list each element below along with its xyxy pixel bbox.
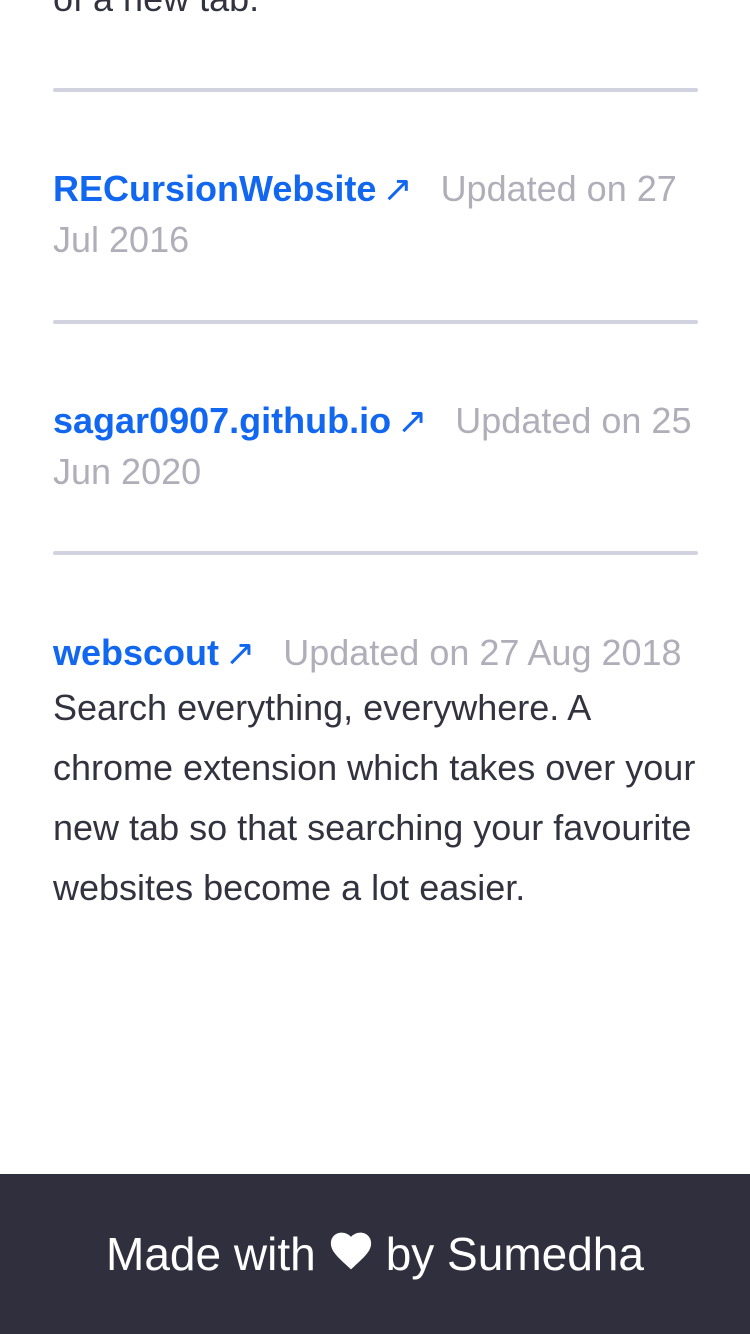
footer-credit: Made with by Sumedha	[106, 1226, 644, 1282]
external-link-arrow-icon: ↗	[225, 632, 256, 673]
repo-name: sagar0907.github.io	[53, 400, 392, 441]
repo-name: RECursionWebsite	[53, 168, 377, 209]
repo-divider	[53, 88, 698, 92]
repo-divider	[53, 320, 698, 324]
repo-header: sagar0907.github.io ↗ Updated on 25 Jun 20…	[53, 395, 698, 497]
repo-link-recursionwebsite[interactable]: RECursionWebsite ↗	[53, 168, 441, 209]
repo-header: RECursionWebsite ↗ Updated on 27 Jul 2016	[53, 163, 698, 265]
previous-repo-description-tail: of a new tab.	[53, 0, 259, 19]
heart-icon	[330, 1232, 371, 1270]
repo-item-sagar0907-github-io: sagar0907.github.io ↗ Updated on 25 Jun 20…	[53, 395, 698, 497]
page-footer: Made with by Sumedha	[0, 1174, 750, 1334]
external-link-arrow-icon: ↗	[382, 168, 413, 209]
repo-item-webscout: webscout ↗ Updated on 27 Aug 2018 Search e…	[53, 627, 698, 918]
footer-made-with: Made with	[106, 1228, 316, 1280]
external-link-arrow-icon: ↗	[397, 400, 428, 441]
repo-link-sagar0907-github-io[interactable]: sagar0907.github.io ↗	[53, 400, 455, 441]
repo-description: Search everything, everywhere. A chrome …	[53, 687, 696, 908]
repo-link-webscout[interactable]: webscout ↗	[53, 632, 283, 673]
repo-updated-date: Updated on 27 Aug 2018	[283, 632, 682, 673]
repo-name: webscout	[53, 632, 220, 673]
repo-header: webscout ↗ Updated on 27 Aug 2018	[53, 627, 698, 678]
repo-item-recursionwebsite: RECursionWebsite ↗ Updated on 27 Jul 2016	[53, 163, 698, 265]
repo-divider	[53, 551, 698, 555]
footer-author: by Sumedha	[385, 1228, 644, 1280]
